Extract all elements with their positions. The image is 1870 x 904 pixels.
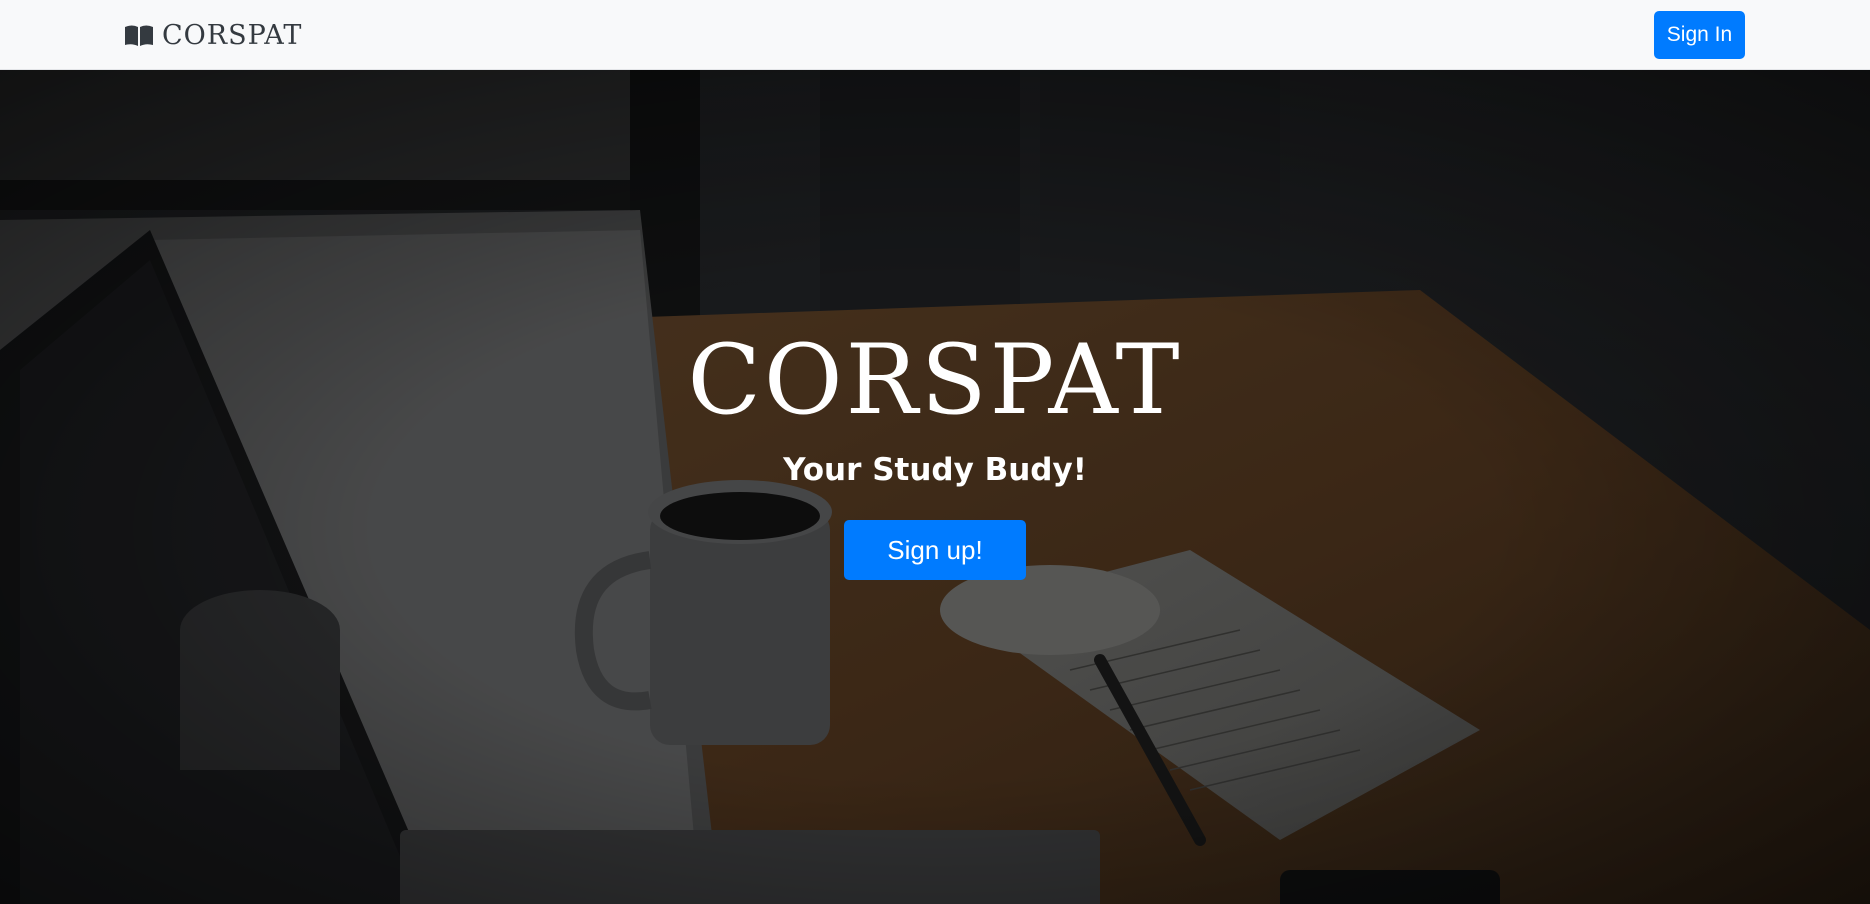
sign-in-button[interactable]: Sign In	[1654, 11, 1745, 59]
sign-up-button[interactable]: Sign up!	[844, 520, 1026, 580]
brand-name: CORSPAT	[162, 19, 303, 51]
brand-link[interactable]: CORSPAT	[124, 17, 302, 53]
top-navbar: CORSPAT Sign In	[0, 0, 1870, 70]
hero-section: CORSPAT Your Study Budy! Sign up!	[0, 70, 1870, 904]
open-book-icon	[125, 25, 153, 46]
hero-subtitle: Your Study Budy!	[783, 452, 1087, 488]
hero-title: CORSPAT	[687, 324, 1183, 436]
